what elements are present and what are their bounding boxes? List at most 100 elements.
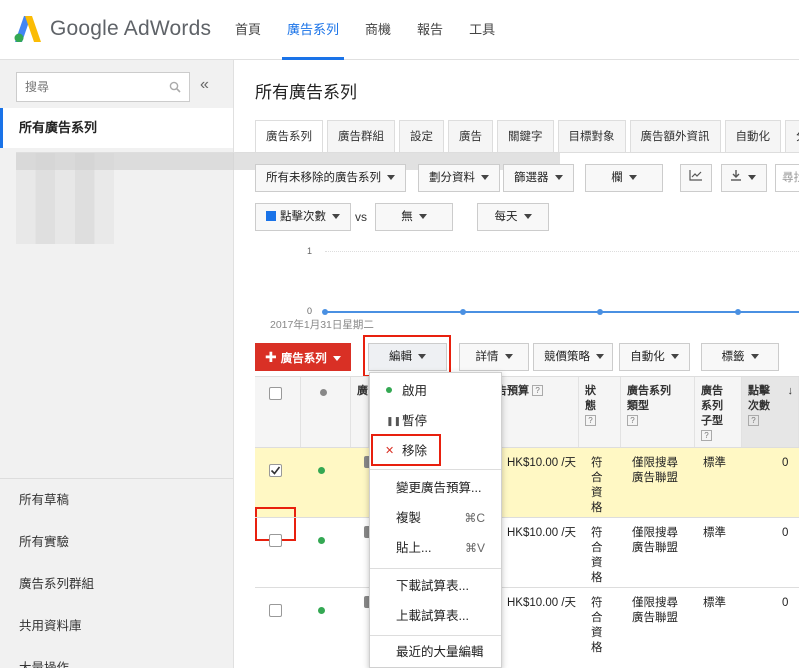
tab-audiences[interactable]: 目標對象 — [557, 120, 626, 152]
help-icon[interactable]: ? — [748, 415, 759, 426]
find-input[interactable]: 尋找 — [775, 164, 799, 192]
nav-tools[interactable]: 工具 — [456, 0, 508, 60]
table-row[interactable]: HK$10.00 /天 符合資格 僅限搜尋廣告聯盟 標準 0 — [255, 447, 799, 517]
select-all-checkbox[interactable] — [269, 387, 282, 400]
sidebar-item-drafts[interactable]: 所有草稿 — [0, 479, 233, 521]
sidebar-item-experiments[interactable]: 所有實驗 — [0, 521, 233, 563]
status-column-header[interactable]: 狀態? — [579, 377, 621, 447]
budget-cell[interactable]: HK$10.00 /天 — [507, 596, 576, 611]
sidebar-item-all-campaigns[interactable]: 所有廣告系列 — [0, 108, 233, 148]
filters-dropdown[interactable]: 篩選器 — [503, 164, 574, 192]
menu-item-enable[interactable]: 啟用 — [370, 376, 501, 406]
add-campaign-button[interactable]: ✚ 廣告系列 — [255, 343, 351, 371]
line-chart-icon — [689, 170, 702, 181]
menu-item-paste[interactable]: 貼上... ⌘V — [370, 533, 501, 563]
budget-cell[interactable]: HK$10.00 /天 — [507, 526, 576, 541]
sidebar-bottom-links: 所有草稿 所有實驗 廣告系列群組 共用資料庫 大量操作 — [0, 478, 233, 668]
subtype-cell: 標準 — [703, 597, 726, 609]
metric-dropdown[interactable]: 點擊次數 — [255, 203, 351, 231]
sidebar: « 所有廣告系列 所有草稿 所有實驗 廣告系列群組 共用資料庫 大量操作 — [0, 60, 560, 668]
menu-item-pause[interactable]: ❚❚ 暫停 — [370, 406, 501, 436]
status-dot-header — [301, 377, 351, 447]
row-checkbox[interactable] — [269, 464, 282, 477]
table-row[interactable]: HK$10.00 /天 符合資格 僅限搜尋廣告聯盟 標準 0 — [255, 517, 799, 587]
campaign-column-label: 廣 — [357, 385, 368, 397]
clicks-cell: 0 — [782, 527, 789, 539]
nav-reports[interactable]: 報告 — [404, 0, 456, 60]
type-cell: 僅限搜尋廣告聯盟 — [632, 597, 678, 624]
nav-campaigns[interactable]: 廣告系列 — [274, 0, 352, 60]
adwords-logo-icon — [14, 16, 41, 42]
menu-item-upload-spreadsheet[interactable]: 上載試算表... — [370, 601, 501, 631]
bid-strategy-dropdown[interactable]: 競價策略 — [533, 343, 613, 371]
details-label: 詳情 — [475, 351, 499, 363]
menu-item-change-budget[interactable]: 變更廣告預算... — [370, 473, 501, 503]
menu-item-copy[interactable]: 複製 ⌘C — [370, 503, 501, 533]
menu-item-download-spreadsheet[interactable]: 下載試算表... — [370, 571, 501, 601]
status-enabled-dot — [318, 607, 325, 614]
paste-shortcut: ⌘V — [464, 541, 485, 555]
columns-dropdown[interactable]: 欄 — [585, 164, 663, 192]
segment-dropdown[interactable]: 劃分資料 — [418, 164, 500, 192]
help-icon[interactable]: ? — [585, 415, 596, 426]
table-row[interactable]: HK$10.00 /天 符合資格 僅限搜尋廣告聯盟 標準 0 — [255, 587, 799, 657]
tab-keywords[interactable]: 關鍵字 — [497, 120, 554, 152]
nav-home[interactable]: 首頁 — [222, 0, 274, 60]
menu-item-label: 上載試算表... — [396, 609, 469, 623]
search-icon[interactable] — [169, 81, 181, 96]
sort-desc-icon[interactable]: ↓ — [788, 384, 794, 399]
chart-toggle-button[interactable] — [680, 164, 712, 192]
help-icon[interactable]: ? — [627, 415, 638, 426]
campaign-column-header[interactable]: 廣 — [351, 377, 369, 447]
menu-divider — [370, 635, 501, 636]
menu-divider — [370, 568, 501, 569]
bid-strategy-label: 競價策略 — [544, 351, 590, 363]
main-content: 所有廣告系列 廣告系列 廣告群組 設定 廣告 關鍵字 目標對象 廣告額外資訊 自… — [235, 60, 799, 668]
subtype-column-header[interactable]: 廣告系列子型? — [695, 377, 742, 447]
tab-campaigns[interactable]: 廣告系列 — [255, 120, 323, 153]
tab-ad-extensions[interactable]: 廣告額外資訊 — [629, 120, 721, 152]
row-checkbox[interactable] — [269, 604, 282, 617]
type-column-header[interactable]: 廣告系列類型 ? — [621, 377, 695, 447]
plus-icon: ✚ — [265, 349, 277, 365]
help-icon[interactable]: ? — [701, 430, 712, 441]
sidebar-item-bulk-operations[interactable]: 大量操作 — [0, 647, 233, 668]
compare-metric-dropdown[interactable]: 無 — [375, 203, 453, 231]
menu-item-label: 複製 — [396, 511, 422, 525]
period-dropdown[interactable]: 每天 — [477, 203, 549, 231]
status-cell: 符合資格 — [591, 597, 603, 654]
adwords-logo[interactable]: Google AdWords — [14, 16, 211, 42]
tab-ads[interactable]: 廣告 — [448, 120, 493, 152]
tab-automation[interactable]: 自動化 — [724, 120, 781, 152]
automate-dropdown[interactable]: 自動化 — [619, 343, 690, 371]
clicks-cell: 0 — [782, 597, 789, 609]
row-checkbox[interactable] — [269, 534, 282, 547]
tab-settings[interactable]: 設定 — [399, 120, 444, 152]
chart-y-tick-top: 1 — [307, 246, 313, 256]
collapse-sidebar-icon[interactable]: « — [200, 76, 209, 94]
status-enabled-dot — [318, 537, 325, 544]
sidebar-item-campaign-groups[interactable]: 廣告系列群組 — [0, 563, 233, 605]
sidebar-item-shared-library[interactable]: 共用資料庫 — [0, 605, 233, 647]
type-cell: 僅限搜尋廣告聯盟 — [632, 527, 678, 554]
download-button[interactable] — [721, 164, 767, 192]
clicks-column-header[interactable]: 點擊次數 ↓? — [742, 377, 799, 447]
nav-opportunities[interactable]: 商機 — [352, 0, 404, 60]
clicks-column-label: 點擊次數 — [748, 385, 770, 412]
help-icon[interactable]: ? — [532, 385, 544, 396]
tab-dimensions[interactable]: 分 — [785, 120, 799, 152]
chevron-down-icon — [628, 175, 637, 181]
top-bar: Google AdWords 首頁 廣告系列 商機 報告 工具 — [0, 0, 799, 60]
labels-dropdown[interactable]: 標籤 — [701, 343, 779, 371]
campaign-filter-dropdown[interactable]: 所有未移除的廣告系列 — [255, 164, 406, 192]
menu-item-recent-bulk-edits[interactable]: 最近的大量編輯 — [370, 637, 501, 667]
labels-label: 標籤 — [721, 351, 745, 363]
budget-cell[interactable]: HK$10.00 /天 — [507, 456, 576, 471]
menu-item-label: 下載試算表... — [396, 579, 469, 593]
sidebar-search[interactable] — [16, 72, 190, 102]
sidebar-search-input[interactable] — [17, 73, 157, 101]
logo-text: Google AdWords — [50, 17, 212, 40]
tab-ad-groups[interactable]: 廣告群組 — [327, 120, 395, 152]
details-dropdown[interactable]: 詳情 — [459, 343, 529, 371]
chart-y-tick-bottom: 0 — [307, 306, 313, 316]
